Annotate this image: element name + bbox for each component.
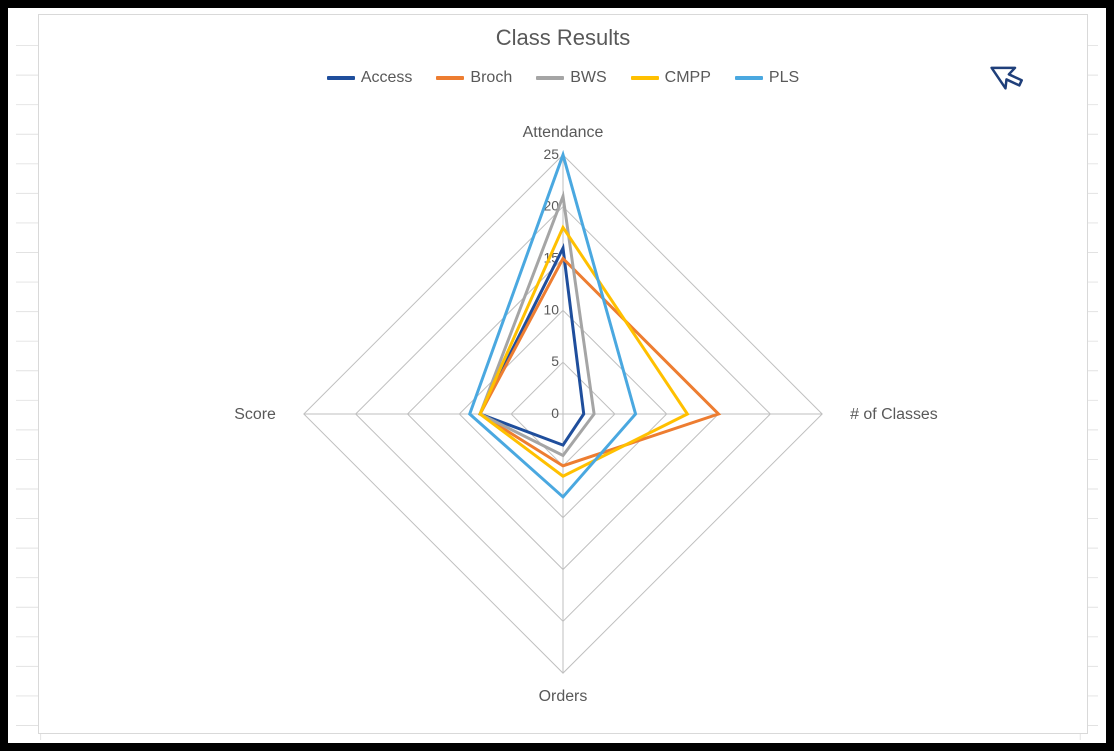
legend-item-pls[interactable]: PLS [735, 69, 799, 87]
legend-swatch-icon [735, 76, 763, 80]
legend-swatch-icon [631, 76, 659, 80]
legend-label: PLS [769, 69, 799, 87]
chart-object[interactable]: Class Results Access Broch BWS CMPP PLS 0 5 10… [38, 14, 1088, 734]
axis-label-attendance: Attendance [523, 124, 604, 141]
radar-chart[interactable]: 0510152025Attendance# of ClassesOrdersSc… [39, 105, 1087, 723]
legend-item-broch[interactable]: Broch [436, 69, 512, 87]
window-frame: Class Results Access Broch BWS CMPP PLS 0 5 10… [0, 0, 1114, 751]
axis-tick-label: 25 [543, 146, 559, 162]
legend-item-cmpp[interactable]: CMPP [631, 69, 711, 87]
axis-label-orders: Orders [539, 688, 588, 705]
chart-legend[interactable]: Access Broch BWS CMPP PLS [39, 69, 1087, 87]
legend-label: BWS [570, 69, 606, 87]
axis-tick-label: 0 [551, 405, 559, 421]
legend-swatch-icon [327, 76, 355, 80]
chart-series-bws[interactable] [480, 196, 594, 455]
axis-tick-label: 10 [543, 301, 559, 317]
axis-label-score: Score [234, 406, 276, 423]
chart-title[interactable]: Class Results [39, 25, 1087, 51]
legend-label: Access [361, 69, 413, 87]
legend-label: CMPP [665, 69, 711, 87]
legend-label: Broch [470, 69, 512, 87]
legend-item-bws[interactable]: BWS [536, 69, 606, 87]
legend-swatch-icon [536, 76, 564, 80]
legend-swatch-icon [436, 76, 464, 80]
axis-label--of-classes: # of Classes [850, 406, 938, 423]
axis-tick-label: 5 [551, 353, 559, 369]
legend-item-access[interactable]: Access [327, 69, 413, 87]
cursor-arrow-icon [987, 55, 1027, 95]
plot-area[interactable]: 0510152025Attendance# of ClassesOrdersSc… [39, 105, 1087, 723]
